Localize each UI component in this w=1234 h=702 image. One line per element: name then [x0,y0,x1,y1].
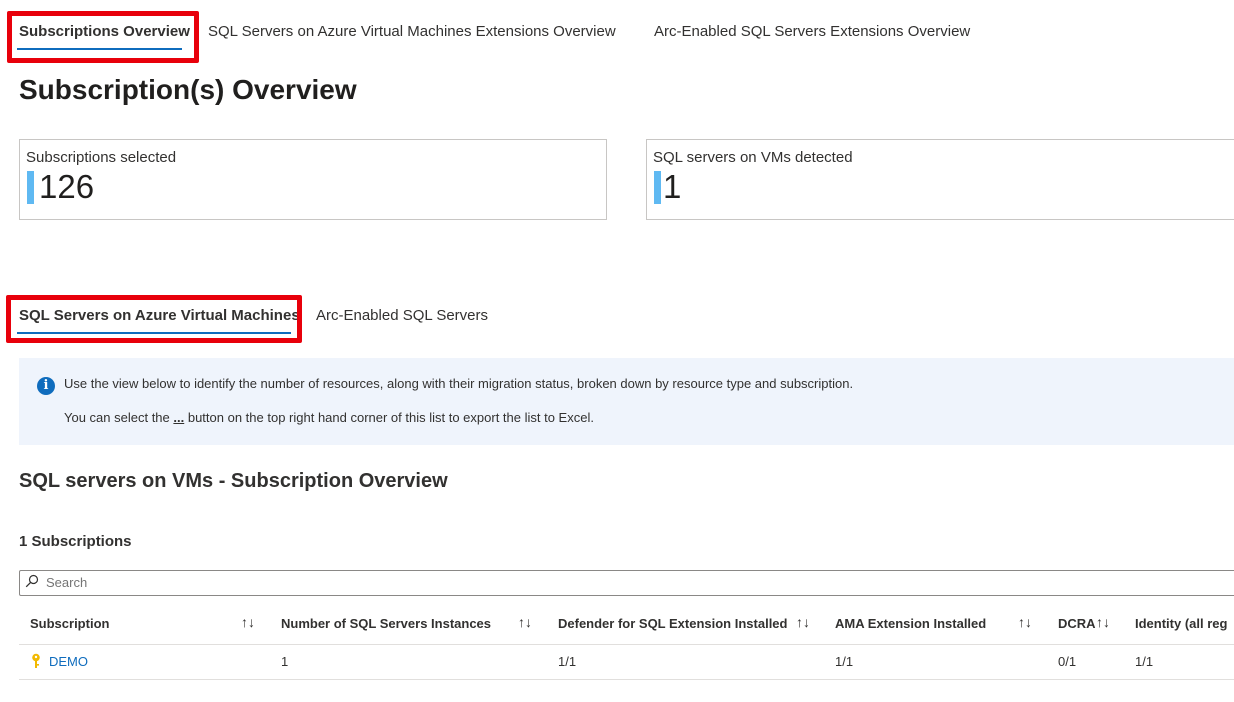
subscription-link[interactable]: DEMO [49,654,88,669]
sort-icon[interactable]: ↑↓ [241,614,255,630]
card-subscriptions-selected: Subscriptions selected 126 [19,139,607,220]
page-title: Subscription(s) Overview [19,74,357,105]
sort-icon[interactable]: ↑↓ [796,614,810,630]
cell-identity: 1/1 [1135,654,1154,669]
search-box[interactable] [19,570,1234,596]
search-icon [25,574,39,588]
column-header-dcra[interactable]: DCRA [1058,616,1096,631]
card-sql-servers-detected: SQL servers on VMs detected 1 [646,139,1234,220]
card-accent-bar [27,171,34,204]
tab-arc-extensions-overview[interactable]: Arc-Enabled SQL Servers Extensions Overv… [654,23,970,40]
sort-icon[interactable]: ↑↓ [518,614,532,630]
card-label: Subscriptions selected [26,149,177,166]
info-text-line1: Use the view below to identify the numbe… [64,376,854,391]
card-value: 1 [663,168,682,205]
search-input[interactable] [46,575,646,590]
sort-icon[interactable]: ↑↓ [1096,614,1110,630]
cell-ama: 1/1 [835,654,854,669]
key-icon [32,653,40,668]
info-banner: i Use the view below to identify the num… [19,358,1234,445]
info-text-prefix: You can select the [64,410,174,425]
column-header-defender[interactable]: Defender for SQL Extension Installed [558,616,787,631]
card-value: 126 [39,168,95,205]
card-label: SQL servers on VMs detected [653,149,853,166]
section-title: SQL servers on VMs - Subscription Overvi… [19,470,448,492]
table-header-divider [19,644,1234,645]
cell-instances: 1 [281,654,289,669]
tab-arc-enabled-sql-servers[interactable]: Arc-Enabled SQL Servers [316,307,488,324]
column-header-subscription[interactable]: Subscription [30,616,109,631]
cell-defender: 1/1 [558,654,577,669]
column-header-ama[interactable]: AMA Extension Installed [835,616,986,631]
info-text-line2: You can select the ... button on the top… [64,410,594,425]
info-text-suffix: button on the top right hand corner of t… [184,410,594,425]
column-header-instances[interactable]: Number of SQL Servers Instances [281,616,491,631]
info-icon: i [37,377,55,395]
more-options-reference: ... [173,410,185,425]
highlight-box-sub-tab [6,295,302,343]
cell-dcra: 0/1 [1058,654,1077,669]
sort-icon[interactable]: ↑↓ [1018,614,1032,630]
table-row-divider [19,679,1234,680]
column-header-identity[interactable]: Identity (all reg [1135,616,1227,631]
card-accent-bar [654,171,661,204]
tab-sql-vm-extensions-overview[interactable]: SQL Servers on Azure Virtual Machines Ex… [208,23,616,40]
subscription-count: 1 Subscriptions [19,533,132,550]
highlight-box-top-tab [7,11,199,63]
